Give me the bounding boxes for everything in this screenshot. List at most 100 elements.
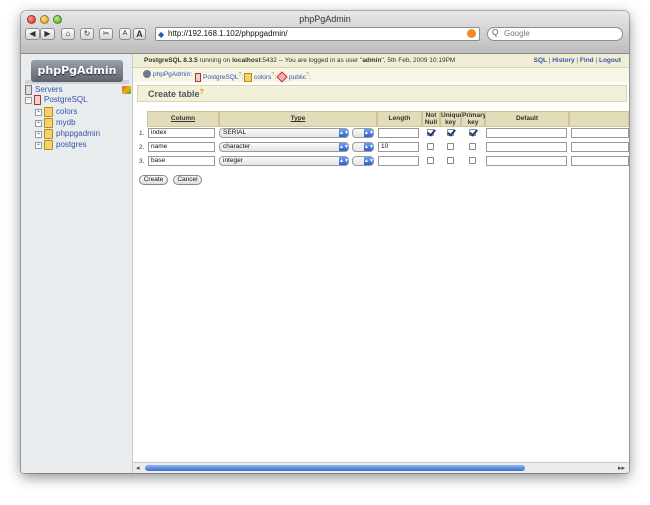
primary-key-checkbox[interactable] [469, 143, 476, 150]
page-title: Create table? [148, 89, 204, 99]
header-column[interactable]: Column [147, 111, 219, 127]
column-name-input[interactable]: index [148, 128, 215, 138]
expand-icon[interactable]: + [35, 141, 42, 149]
header-unique-key: Unique key [440, 111, 464, 127]
header-length: Length [377, 111, 422, 127]
collapse-icon[interactable]: − [25, 96, 32, 104]
length-input[interactable]: 10 [378, 142, 419, 152]
not-null-checkbox[interactable] [427, 143, 434, 150]
type-select[interactable]: character ▲▼ [219, 142, 349, 152]
array-select[interactable]: ▲▼ [352, 142, 374, 152]
search-icon: Q [492, 28, 499, 37]
horizontal-scrollbar[interactable]: ◂ ▸▸ [133, 462, 629, 473]
url-text: http://192.168.1.102/phppgadmin/ [168, 29, 288, 38]
breadcrumb-postgresql[interactable]: PostgreSQL?: [195, 68, 243, 85]
row-number: 1. [139, 130, 145, 137]
cancel-button[interactable]: Cancel [173, 175, 202, 185]
page-heading: Create table? [137, 85, 627, 102]
sidebar-item-db-mydb[interactable]: + mydb [35, 118, 76, 128]
not-null-checkbox[interactable] [427, 157, 434, 164]
find-link[interactable]: Find [580, 57, 594, 64]
bookmark-button[interactable]: ✂ [99, 28, 113, 40]
unique-key-checkbox[interactable] [447, 143, 454, 150]
scroll-right-icon[interactable]: ▸▸ [618, 464, 625, 472]
logout-link[interactable]: Logout [599, 57, 621, 64]
array-select[interactable]: ▲▼ [352, 128, 374, 138]
scrollbar-thumb[interactable] [145, 465, 525, 471]
expand-icon[interactable]: + [35, 119, 42, 127]
forward-button[interactable]: ▶ [40, 28, 55, 40]
header-primary-key: Primary key [461, 111, 487, 127]
header-type[interactable]: Type [219, 111, 377, 127]
array-select[interactable]: ▲▼ [352, 156, 374, 166]
server-info-text: PostgreSQL 8.3.5 running on localhost:54… [144, 57, 456, 64]
sql-link[interactable]: SQL [534, 57, 547, 64]
comment-input[interactable] [571, 128, 629, 138]
rss-icon[interactable] [467, 29, 476, 38]
database-icon [44, 107, 53, 117]
home-button[interactable]: ⌂ [61, 28, 75, 40]
dropdown-arrows-icon: ▲▼ [339, 143, 349, 151]
row-number: 3. [139, 158, 145, 165]
length-input[interactable] [378, 128, 419, 138]
breadcrumb-phppgadmin[interactable]: phpPgAdmin: [143, 68, 192, 82]
help-link[interactable]: ? [200, 89, 204, 96]
header-default: Default [485, 111, 569, 127]
text-larger-button[interactable]: A [133, 28, 146, 40]
default-input[interactable] [486, 128, 567, 138]
primary-key-checkbox[interactable] [469, 157, 476, 164]
history-link[interactable]: History [552, 57, 574, 64]
unique-key-checkbox[interactable] [447, 157, 454, 164]
window-title: phpPgAdmin [299, 14, 351, 24]
breadcrumb: phpPgAdmin: PostgreSQL?: colors?: public… [133, 68, 629, 85]
breadcrumb-public[interactable]: public?: [276, 68, 311, 85]
comment-input[interactable] [571, 142, 629, 152]
dropdown-arrows-icon: ▲▼ [364, 143, 374, 151]
comment-input[interactable] [571, 156, 629, 166]
search-input[interactable]: Q Google [487, 27, 623, 41]
database-server-icon [34, 95, 41, 105]
default-input[interactable] [486, 156, 567, 166]
length-input[interactable] [378, 156, 419, 166]
breadcrumb-colors[interactable]: colors?: [244, 68, 276, 85]
sidebar: phpPgAdmin Servers − PostgreSQL + colors +… [21, 54, 133, 473]
sidebar-item-db-postgres[interactable]: + postgres [35, 140, 87, 150]
not-null-checkbox[interactable] [427, 129, 434, 136]
reload-button[interactable]: ↻ [80, 28, 94, 40]
browser-window: phpPgAdmin ◀ ▶ ⌂ ↻ ✂ A A ◆ http://192.16… [21, 11, 629, 473]
text-smaller-button[interactable]: A [119, 28, 131, 40]
unique-key-checkbox[interactable] [447, 129, 454, 136]
refresh-tree-icon[interactable] [122, 86, 131, 94]
schema-icon [276, 71, 288, 84]
header-not-null: Not Null [422, 111, 440, 127]
main-content: PostgreSQL 8.3.5 running on localhost:54… [133, 54, 629, 473]
dropdown-arrows-icon: ▲▼ [339, 129, 349, 137]
expand-icon[interactable]: + [35, 108, 42, 116]
dropdown-arrows-icon: ▲▼ [364, 157, 374, 165]
type-select[interactable]: integer ▲▼ [219, 156, 349, 166]
server-icon [195, 72, 201, 82]
default-input[interactable] [486, 142, 567, 152]
top-links: SQL | History | Find | Logout [533, 57, 621, 64]
create-button[interactable]: Create [139, 175, 168, 185]
header-extra [569, 111, 629, 127]
app-logo[interactable]: phpPgAdmin [31, 60, 123, 82]
column-name-input[interactable]: name [148, 142, 215, 152]
database-icon [44, 140, 53, 150]
column-name-input[interactable]: base [148, 156, 215, 166]
scroll-left-icon[interactable]: ◂ [136, 464, 140, 472]
sidebar-item-servers[interactable]: Servers [25, 85, 63, 95]
site-favicon-icon: ◆ [158, 30, 165, 39]
elephant-icon [143, 70, 151, 79]
database-icon [44, 118, 53, 128]
back-button[interactable]: ◀ [25, 28, 40, 40]
sidebar-item-db-phppgadmin[interactable]: + phppgadmin [35, 129, 100, 139]
type-select[interactable]: SERIAL ▲▼ [219, 128, 349, 138]
sidebar-item-postgresql[interactable]: − PostgreSQL [25, 95, 88, 105]
server-info-bar: PostgreSQL 8.3.5 running on localhost:54… [133, 54, 629, 68]
expand-icon[interactable]: + [35, 130, 42, 138]
sidebar-item-db-colors[interactable]: + colors [35, 107, 77, 117]
primary-key-checkbox[interactable] [469, 129, 476, 136]
address-bar[interactable]: ◆ http://192.168.1.102/phppgadmin/ [155, 27, 480, 41]
dropdown-arrows-icon: ▲▼ [339, 157, 349, 165]
